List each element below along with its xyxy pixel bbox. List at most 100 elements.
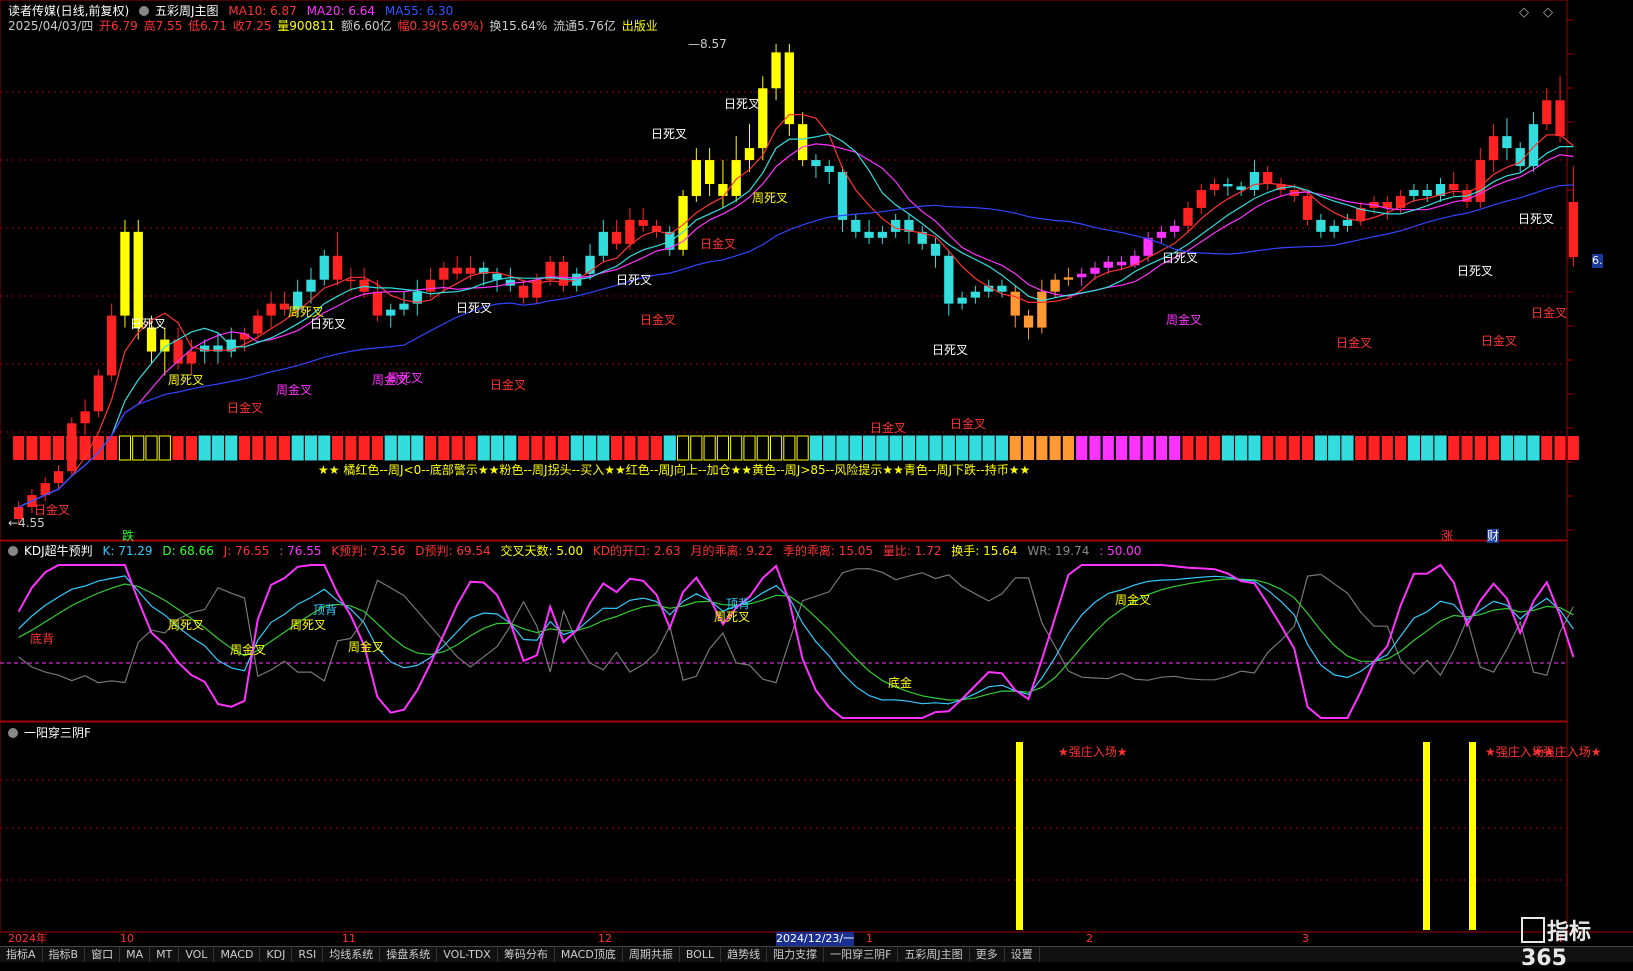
low-marker: ←4.55	[8, 516, 45, 530]
candle-body-57	[771, 52, 781, 89]
settings-circle-icon[interactable]	[8, 728, 18, 738]
kdj-label-top-div-2: 顶背	[726, 597, 751, 611]
candle-body-64	[864, 231, 874, 238]
tab-5[interactable]: VOL	[179, 947, 215, 962]
candle-body-62	[837, 172, 848, 220]
color-bar-55	[743, 435, 756, 461]
label-day-death-8: 日死叉	[1162, 251, 1199, 265]
candle-body-85	[1143, 237, 1153, 256]
candle-body-55	[744, 148, 755, 161]
color-bar-20	[278, 436, 290, 460]
candle-body-74	[997, 285, 1007, 292]
color-bar-47	[637, 436, 649, 460]
label-day-death-9: 日死叉	[1457, 264, 1494, 278]
color-bar-89	[1195, 436, 1207, 460]
tab-9[interactable]: 均线系统	[323, 947, 381, 962]
color-bar-15	[211, 435, 225, 461]
candle-body-33	[452, 267, 462, 274]
tab-20[interactable]: 更多	[970, 947, 1005, 962]
candle-body-105	[1409, 189, 1419, 196]
color-bar-110	[1474, 436, 1486, 460]
tab-17[interactable]: 阻力支撑	[767, 947, 825, 962]
candle-body-78	[1050, 279, 1060, 292]
candle-body-87	[1170, 225, 1180, 232]
kdj-name[interactable]: KDJ超牛预判	[24, 544, 93, 558]
high-marker: —8.57	[688, 37, 727, 51]
quote-line: 2025/04/03/四 开6.79 高7.55 低6.71 收7.25 量90…	[8, 19, 664, 33]
color-bar-70	[942, 435, 955, 461]
tab-19[interactable]: 五彩周J主图	[898, 947, 970, 962]
color-bar-94	[1262, 436, 1274, 460]
candle-body-27	[372, 291, 383, 316]
quote-close: 收7.25	[232, 19, 272, 33]
candle-body-59	[797, 124, 808, 161]
kdj-month-dev: 月的乖离: 9.22	[690, 544, 774, 558]
color-bar-3	[52, 436, 65, 460]
candle-body-17	[239, 333, 250, 340]
expand-icon[interactable]: ◇	[1543, 6, 1553, 20]
signal-label-1: ★强庄入场★	[1058, 745, 1128, 759]
color-bar-49	[663, 435, 676, 461]
tab-0[interactable]: 指标A	[0, 947, 43, 962]
tab-10[interactable]: 操盘系统	[380, 947, 438, 962]
tab-21[interactable]: 设置	[1005, 947, 1040, 962]
indicator-name[interactable]: 五彩周J主图	[155, 4, 219, 18]
settings-circle-icon[interactable]	[139, 6, 150, 16]
quote-amount: 额6.60亿	[340, 19, 392, 33]
tab-15[interactable]: BOLL	[680, 947, 722, 962]
color-bar-92	[1235, 435, 1248, 461]
chart-svg	[0, 0, 1633, 933]
color-bar-84	[1129, 436, 1141, 460]
color-bar-50	[676, 435, 690, 461]
color-bar-93	[1248, 435, 1261, 461]
color-bar-111	[1488, 436, 1500, 460]
settings-circle-icon[interactable]	[8, 546, 18, 556]
signal-label-3: ★强庄入场★	[1532, 745, 1602, 759]
color-bar-76	[1022, 436, 1035, 460]
candle-body-46	[625, 219, 635, 244]
tab-8[interactable]: RSI	[292, 947, 324, 962]
color-bar-2	[39, 436, 51, 460]
color-bar-61	[823, 435, 836, 461]
tab-14[interactable]: 周期共振	[623, 947, 680, 962]
tab-12[interactable]: 筹码分布	[498, 947, 555, 962]
color-bar-43	[583, 435, 597, 461]
color-bar-85	[1142, 436, 1154, 460]
color-bar-99	[1328, 435, 1341, 461]
color-bar-114	[1527, 435, 1540, 461]
bottom-panel-name[interactable]: 一阳穿三阴F	[24, 726, 91, 740]
quote-industry: 出版业	[621, 19, 658, 33]
label-week-golden-3: 周金叉	[1166, 313, 1203, 327]
tab-6[interactable]: MACD	[214, 947, 261, 962]
tab-2[interactable]: 窗口	[85, 947, 121, 962]
candle-body-34	[465, 267, 476, 274]
chart-stage[interactable]	[0, 0, 1633, 961]
indicator-tab-bar[interactable]: 指标A 指标B 窗口 MA MT VOL MACD KDJ RSI 均线系统 操盘系统 VOL-TDX…	[0, 946, 1633, 962]
color-bar-57	[769, 435, 783, 461]
color-bar-113	[1514, 435, 1527, 461]
color-bar-46	[624, 436, 636, 460]
label-week-death: 周死叉	[168, 373, 205, 387]
collapse-icon[interactable]: ◇	[1519, 6, 1529, 20]
candle-body-93	[1249, 172, 1260, 190]
tag-die: 跌	[122, 529, 135, 543]
tab-11[interactable]: VOL-TDX	[437, 947, 498, 962]
tab-16[interactable]: 趋势线	[721, 947, 768, 962]
tab-7[interactable]: KDJ	[260, 947, 293, 962]
color-bar-11	[158, 435, 171, 461]
candle-body-65	[877, 231, 888, 238]
label-day-golden-2: 日金叉	[490, 378, 527, 392]
tab-4[interactable]: MT	[150, 947, 180, 962]
price-right-tag: 6.	[1592, 254, 1603, 268]
tab-1[interactable]: 指标B	[43, 947, 86, 962]
label-day-death-3: 日死叉	[456, 301, 493, 315]
signal-bar-1	[1016, 742, 1023, 930]
tab-13[interactable]: MACD顶底	[555, 947, 623, 962]
color-bar-18	[252, 436, 264, 460]
candle-body-26	[359, 279, 369, 292]
signal-bar-3	[1469, 742, 1476, 930]
tab-18[interactable]: 一阳穿三阴F	[824, 947, 899, 962]
tab-3[interactable]: MA	[120, 947, 151, 962]
axis-label-6: 2	[1086, 932, 1093, 945]
candle-body-100	[1342, 219, 1353, 226]
